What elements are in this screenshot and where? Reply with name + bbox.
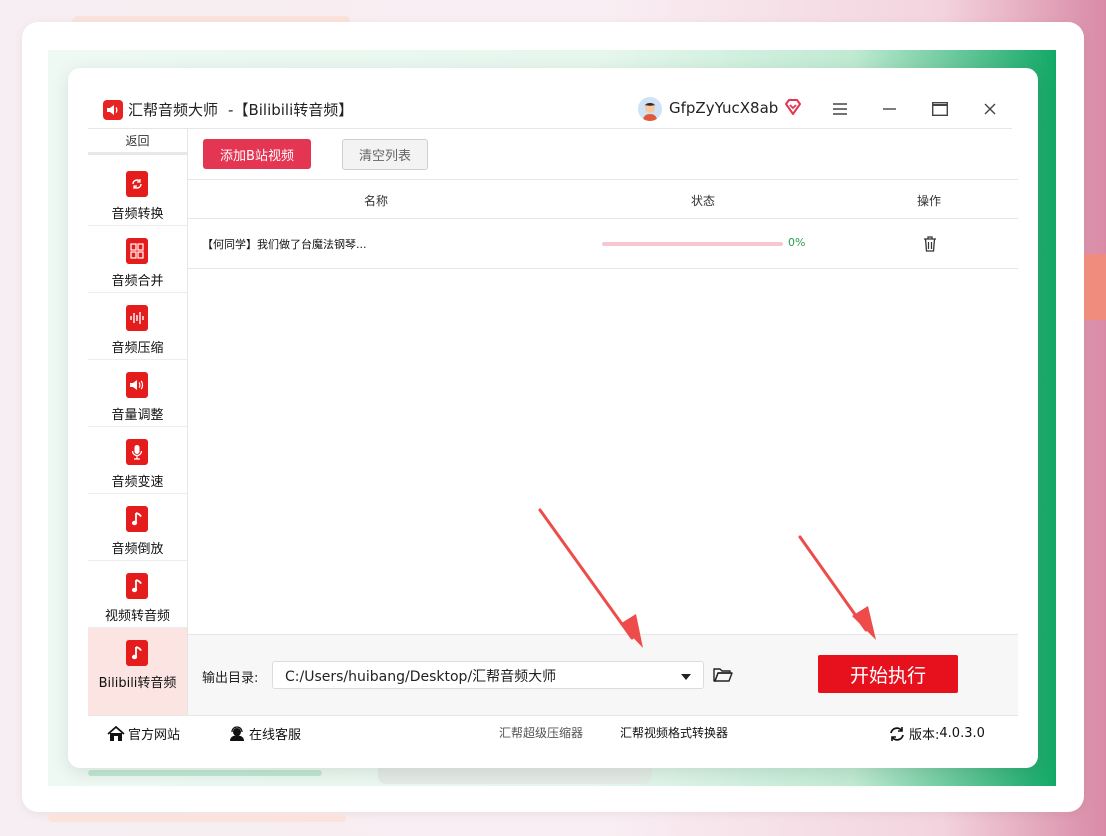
start-button[interactable]: 开始执行	[818, 655, 958, 693]
username[interactable]: GfpZyYucX8ab	[669, 99, 778, 117]
title-bar: 汇帮音频大师 -【Bilibili转音频】 GfpZyYucX8ab	[68, 68, 1038, 128]
sidebar-item-audio-merge[interactable]: 音频合并	[88, 226, 187, 293]
sidebar: 返回 音频转换 音频合并 音频压缩 音量调整 音频变速 音频倒放 视频转音频 B…	[88, 129, 187, 715]
music-note-icon	[126, 506, 148, 532]
close-button[interactable]	[977, 96, 1003, 122]
folder-open-icon[interactable]	[713, 667, 733, 683]
menu-button[interactable]	[827, 96, 853, 122]
refresh-icon	[890, 726, 904, 741]
background-decoration	[88, 770, 322, 776]
speaker-logo-icon	[103, 100, 123, 120]
progress-bar	[602, 242, 783, 246]
column-header-status: 状态	[691, 194, 716, 208]
sidebar-item-video-to-audio[interactable]: 视频转音频	[88, 561, 187, 628]
table-row[interactable]: 【何同学】我们做了台魔法钢琴... 0%	[188, 219, 1018, 269]
sidebar-item-label: 音频合并	[111, 274, 164, 289]
minimize-icon	[882, 108, 896, 110]
audio-convert-icon	[126, 171, 148, 197]
maximize-icon	[932, 102, 948, 116]
version-number: 4.0.3.0	[939, 726, 985, 741]
version-label: 版本:	[909, 728, 940, 743]
sidebar-item-bilibili-to-audio[interactable]: Bilibili转音频	[88, 628, 187, 715]
output-directory-value: C:/Users/huibang/Desktop/汇帮音频大师	[285, 669, 557, 685]
background-decoration	[1084, 254, 1106, 320]
table-header: 名称 状态 操作	[188, 179, 1018, 219]
output-directory-label: 输出目录:	[202, 671, 259, 686]
column-header-name: 名称	[364, 194, 389, 208]
music-note-icon	[126, 573, 148, 599]
super-compressor-link[interactable]: 汇帮超级压缩器	[499, 724, 583, 741]
module-name: 【Bilibili转音频】	[233, 101, 354, 119]
sidebar-item-label: 音频变速	[111, 475, 164, 490]
output-bar: 输出目录: C:/Users/huibang/Desktop/汇帮音频大师 开始…	[188, 634, 1018, 715]
column-header-action: 操作	[917, 194, 942, 208]
sidebar-item-audio-compress[interactable]: 音频压缩	[88, 293, 187, 360]
sidebar-item-label: 音量调整	[111, 408, 164, 423]
sidebar-item-label: 音频转换	[111, 207, 164, 222]
online-support-label: 在线客服	[249, 728, 302, 743]
sidebar-item-audio-reverse[interactable]: 音频倒放	[88, 494, 187, 561]
trash-icon[interactable]	[920, 234, 940, 254]
customer-service-icon	[230, 725, 244, 741]
file-name: 【何同学】我们做了台魔法钢琴...	[202, 238, 367, 251]
back-button[interactable]: 返回	[88, 129, 187, 155]
toolbar: 添加B站视频 清空列表	[188, 129, 1018, 179]
clear-list-button[interactable]: 清空列表	[342, 139, 428, 170]
sidebar-item-label: 音频压缩	[111, 341, 164, 356]
official-website-link[interactable]: 官方网站	[107, 724, 180, 743]
audio-merge-icon	[126, 238, 148, 264]
version-info: 版本: 4.0.3.0	[888, 724, 985, 743]
avatar[interactable]	[638, 97, 662, 121]
chevron-down-icon	[681, 674, 691, 680]
sidebar-item-label: 视频转音频	[104, 609, 170, 624]
status-text: 0%	[788, 236, 806, 249]
sidebar-item-audio-speed[interactable]: 音频变速	[88, 427, 187, 494]
hamburger-menu-icon	[833, 103, 847, 115]
close-icon	[984, 103, 996, 115]
add-bilibili-video-button[interactable]: 添加B站视频	[203, 139, 311, 169]
footer: 官方网站 在线客服 汇帮超级压缩器 汇帮视频格式转换器 版本: 4.0.3.0	[88, 715, 1018, 748]
sidebar-item-label: 音频倒放	[111, 542, 164, 557]
online-support-link[interactable]: 在线客服	[228, 724, 301, 743]
sidebar-item-volume-adjust[interactable]: 音量调整	[88, 360, 187, 427]
maximize-button[interactable]	[927, 96, 953, 122]
app-window: 汇帮音频大师 -【Bilibili转音频】 GfpZyYucX8ab 返回 音频…	[68, 68, 1038, 768]
video-format-converter-link[interactable]: 汇帮视频格式转换器	[620, 724, 728, 741]
output-directory-select[interactable]: C:/Users/huibang/Desktop/汇帮音频大师	[272, 661, 704, 689]
sidebar-item-audio-convert[interactable]: 音频转换	[88, 159, 187, 226]
music-note-icon	[126, 640, 148, 666]
volume-adjust-icon	[126, 372, 148, 398]
app-name: 汇帮音频大师	[128, 101, 219, 119]
audio-compress-icon	[126, 305, 148, 331]
sidebar-item-label: Bilibili转音频	[98, 676, 177, 691]
background-decoration	[48, 814, 346, 822]
official-website-label: 官方网站	[128, 728, 181, 743]
window-title: 汇帮音频大师 -【Bilibili转音频】	[128, 99, 353, 120]
microphone-icon	[126, 439, 148, 465]
home-icon	[107, 725, 125, 741]
vip-diamond-icon[interactable]	[784, 98, 802, 116]
minimize-button[interactable]	[876, 96, 902, 122]
background-decoration	[378, 768, 652, 784]
